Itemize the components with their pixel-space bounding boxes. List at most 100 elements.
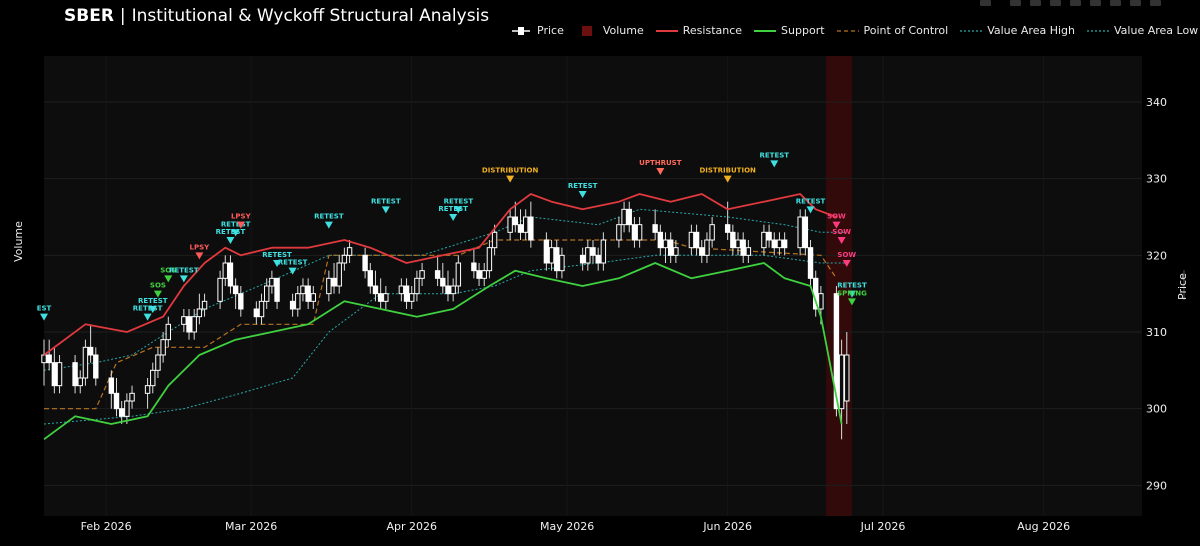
candle-body [554, 247, 560, 272]
signal-label: RETEST [444, 197, 474, 205]
candle-body [160, 339, 166, 356]
signal-label: SOW [832, 228, 851, 236]
volume-axis-title: Volume [12, 221, 25, 262]
candle-body [657, 231, 664, 249]
candle-body [56, 362, 63, 387]
chart-canvas[interactable]: 290 300 310 320 330 340 Feb 2026 Mar 2026 Apr 20… [0, 0, 1200, 546]
candle-body [590, 247, 596, 256]
candle-body [201, 300, 208, 310]
signal-label: RETEST [371, 197, 401, 205]
candle-body [150, 369, 156, 387]
candle-body [362, 254, 368, 272]
candle-body [652, 224, 658, 233]
signal-label: RETEST [278, 259, 308, 267]
candle-body [403, 285, 410, 302]
candle-body [631, 224, 638, 241]
candle-body [818, 293, 824, 310]
candle-body [124, 400, 130, 417]
x-tick-label: May 2026 [540, 520, 594, 533]
candle-body [693, 231, 700, 249]
signal-label: UPTHRUST [639, 159, 682, 167]
price-axis-title: Price [1176, 273, 1189, 300]
signal-label: RETEST [216, 228, 246, 236]
plot-area [44, 56, 1142, 516]
candle-body [781, 239, 788, 249]
signal-label: SOS [150, 282, 166, 290]
candle-body [77, 377, 83, 387]
candle-body [269, 277, 275, 287]
signal-label: RETEST [133, 305, 163, 313]
x-tick-label: Feb 2026 [81, 520, 132, 533]
candle-body [377, 293, 384, 302]
candle-body [326, 277, 332, 295]
candle-body [144, 385, 151, 394]
candle-body [253, 308, 260, 318]
candle-body [548, 247, 555, 264]
candle-body [636, 224, 643, 241]
candle-body [196, 308, 203, 318]
candle-body [600, 239, 607, 264]
candle-body [372, 285, 379, 295]
candle-body [507, 216, 513, 233]
candle-body [87, 346, 94, 356]
candle-body [797, 216, 803, 249]
y-tick-label: 330 [1146, 173, 1167, 186]
x-tick-label: Apr 2026 [386, 520, 437, 533]
candle-body [802, 216, 809, 249]
candle-body [709, 224, 715, 241]
candle-body [108, 377, 115, 394]
candle-body [341, 254, 348, 264]
candle-body [595, 254, 601, 264]
candle-body [724, 224, 731, 233]
candle-body [181, 316, 187, 325]
signal-label: RETEST [169, 266, 199, 274]
candle-body [844, 354, 850, 402]
candle-body [476, 270, 482, 279]
candle-body [455, 262, 462, 287]
candle-body [222, 262, 228, 279]
candle-body [191, 316, 197, 333]
candle-body [289, 300, 296, 310]
candle-body [383, 293, 389, 302]
candle-body [300, 285, 306, 295]
signal-label: RETEST [314, 213, 344, 221]
candle-body [305, 285, 311, 302]
candle-body [165, 323, 172, 341]
signal-label: RETEST [568, 182, 598, 190]
y-tick-label: 320 [1146, 249, 1167, 262]
x-tick-label: Jul 2026 [860, 520, 906, 533]
x-tick-label: Mar 2026 [225, 520, 277, 533]
candle-body [673, 247, 679, 256]
candle-body [471, 262, 477, 272]
candle-body [310, 293, 317, 302]
candle-body [585, 247, 591, 264]
candle-body [662, 239, 669, 249]
y-tick-label: 310 [1146, 326, 1167, 339]
candle-body [512, 216, 519, 226]
candle-body [336, 262, 342, 287]
candle-body [776, 239, 783, 249]
candle-body [838, 354, 845, 410]
candle-body [155, 354, 161, 371]
candle-body [398, 285, 405, 295]
candle-body [346, 247, 353, 256]
candle-body [616, 224, 622, 241]
candle-body [621, 208, 627, 226]
signal-label: EST [37, 305, 52, 313]
signal-label: SOW [827, 213, 846, 221]
candle-body [807, 247, 814, 279]
candle-body [414, 277, 420, 295]
candle-body [517, 224, 524, 233]
candle-body [528, 216, 534, 241]
candle-body [409, 293, 415, 302]
candle-body [491, 231, 498, 249]
y-tick-label: 290 [1146, 479, 1167, 492]
candle-body [440, 277, 446, 287]
candle-body [771, 239, 777, 249]
signal-label: SOW [837, 251, 856, 259]
candle-body [559, 254, 565, 272]
candle-body [699, 247, 705, 256]
candle-body [445, 285, 451, 295]
signal-label: RETEST [796, 197, 826, 205]
candle-body [217, 277, 223, 302]
